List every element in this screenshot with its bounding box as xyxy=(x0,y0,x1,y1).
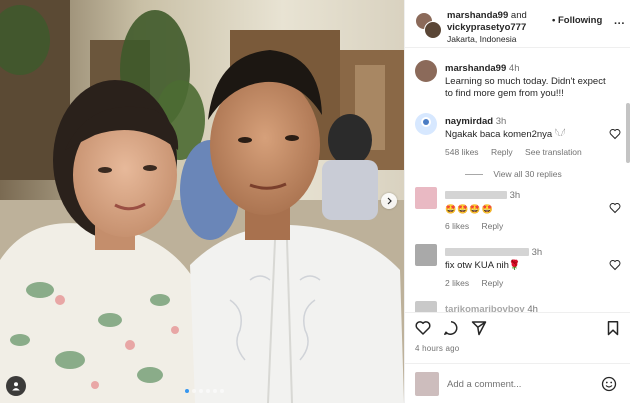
redacted-username[interactable] xyxy=(445,191,507,200)
comment-text: Ngakak baca komen2nya 𓆩𓆪 xyxy=(445,128,566,140)
comment-time[interactable]: 3h xyxy=(496,116,507,127)
more-options-button[interactable]: ··· xyxy=(614,18,625,30)
collab-avatars[interactable] xyxy=(415,12,442,39)
comment-meta: 2 likes Reply xyxy=(445,278,513,288)
avatar[interactable] xyxy=(415,60,437,82)
view-replies-link[interactable]: View all 30 replies xyxy=(465,169,562,179)
post-detail-panel: marshanda99 and vickyprasetyo777 Jakarta… xyxy=(404,0,630,403)
comment-item: 3h 🤩🤩🤩🤩 6 likes Reply xyxy=(415,187,625,235)
comment-meta: 6 likes Reply xyxy=(445,221,513,231)
next-image-button[interactable] xyxy=(381,193,397,209)
redacted-username[interactable] xyxy=(445,248,529,257)
tagged-users-button[interactable] xyxy=(6,376,26,396)
location-link[interactable]: Jakarta, Indonesia xyxy=(447,34,516,44)
add-comment-bar xyxy=(405,363,630,403)
likes-count[interactable]: 2 likes xyxy=(445,278,469,288)
carousel-dot xyxy=(199,389,203,393)
comment-item: tarikomaribovbov 4h xyxy=(415,301,625,312)
comment-text: 🤩🤩🤩🤩 xyxy=(445,203,494,214)
author-conjunction: and xyxy=(510,10,527,21)
comment-item: naymirdad 3h Ngakak baca komen2nya 𓆩𓆪 54… xyxy=(415,113,625,163)
avatar[interactable] xyxy=(424,21,442,39)
avatar xyxy=(415,372,439,396)
comment-time[interactable]: 3h xyxy=(510,190,521,201)
comment-time[interactable]: 3h xyxy=(532,247,543,258)
comment-body: naymirdad 3h Ngakak baca komen2nya 𓆩𓆪 xyxy=(445,116,609,141)
heart-icon[interactable] xyxy=(415,320,431,336)
likes-count[interactable]: 6 likes xyxy=(445,221,469,231)
comments-list: marshanda99 4h Learning so much today. D… xyxy=(405,49,630,312)
paper-plane-icon[interactable] xyxy=(471,320,487,336)
replies-divider xyxy=(465,174,483,176)
author-link[interactable]: marshanda99 xyxy=(447,10,508,21)
comment-body: 3h fix otw KUA nih🌹 xyxy=(445,247,609,272)
post-image xyxy=(0,0,404,403)
carousel-dot xyxy=(206,389,210,393)
comment-author[interactable]: naymirdad xyxy=(445,116,493,127)
post-authors: marshanda99 and vickyprasetyo777 xyxy=(447,10,567,34)
caption: marshanda99 4h Learning so much today. D… xyxy=(415,60,625,100)
comment-icon[interactable] xyxy=(443,320,459,336)
author-link[interactable]: vickyprasetyo777 xyxy=(447,22,526,33)
avatar[interactable] xyxy=(415,244,437,266)
caption-time[interactable]: 4h xyxy=(509,63,520,74)
avatar[interactable] xyxy=(415,187,437,209)
post-photo[interactable] xyxy=(0,0,404,403)
post-header: marshanda99 and vickyprasetyo777 Jakarta… xyxy=(405,0,630,48)
caption-text-block: marshanda99 4h Learning so much today. D… xyxy=(445,63,609,101)
user-tag-icon xyxy=(12,382,20,391)
comment-input[interactable] xyxy=(447,376,587,392)
bookmark-icon[interactable] xyxy=(605,320,621,336)
view-replies-label: View all 30 replies xyxy=(493,169,562,179)
comment-time[interactable]: 4h xyxy=(527,304,538,312)
carousel-dot xyxy=(220,389,224,393)
likes-count[interactable]: 548 likes xyxy=(445,147,479,157)
following-button[interactable]: • Following xyxy=(552,15,602,26)
carousel-dot xyxy=(185,389,189,393)
separator-dot: • xyxy=(552,15,556,26)
reply-button[interactable]: Reply xyxy=(491,147,513,157)
chevron-right-icon xyxy=(387,197,392,205)
following-label: Following xyxy=(557,15,603,26)
comment-author[interactable]: tarikomaribovbov xyxy=(445,304,525,312)
carousel-dot xyxy=(213,389,217,393)
avatar[interactable] xyxy=(415,301,437,312)
comment-body: 3h 🤩🤩🤩🤩 xyxy=(445,190,609,216)
reply-button[interactable]: Reply xyxy=(481,278,503,288)
heart-icon[interactable] xyxy=(609,259,621,271)
reply-button[interactable]: Reply xyxy=(481,221,503,231)
heart-icon[interactable] xyxy=(609,128,621,140)
avatar[interactable] xyxy=(415,113,437,135)
comment-body: tarikomaribovbov 4h xyxy=(445,304,609,312)
see-translation-link[interactable]: See translation xyxy=(525,147,582,157)
caption-author[interactable]: marshanda99 xyxy=(445,63,506,74)
comments-scrollbar[interactable] xyxy=(626,103,630,163)
post-actions: 4 hours ago xyxy=(405,312,630,362)
carousel-dot xyxy=(192,389,196,393)
comment-text: fix otw KUA nih🌹 xyxy=(445,259,521,271)
caption-text: Learning so much today. Didn't expect to… xyxy=(445,75,606,100)
comment-item: 3h fix otw KUA nih🌹 2 likes Reply xyxy=(415,244,625,292)
heart-icon[interactable] xyxy=(609,202,621,214)
carousel-indicator xyxy=(185,389,224,393)
smiley-icon[interactable] xyxy=(601,376,617,392)
comment-meta: 548 likes Reply See translation xyxy=(445,147,592,157)
avatar-image xyxy=(421,117,431,127)
posted-time[interactable]: 4 hours ago xyxy=(415,344,459,353)
